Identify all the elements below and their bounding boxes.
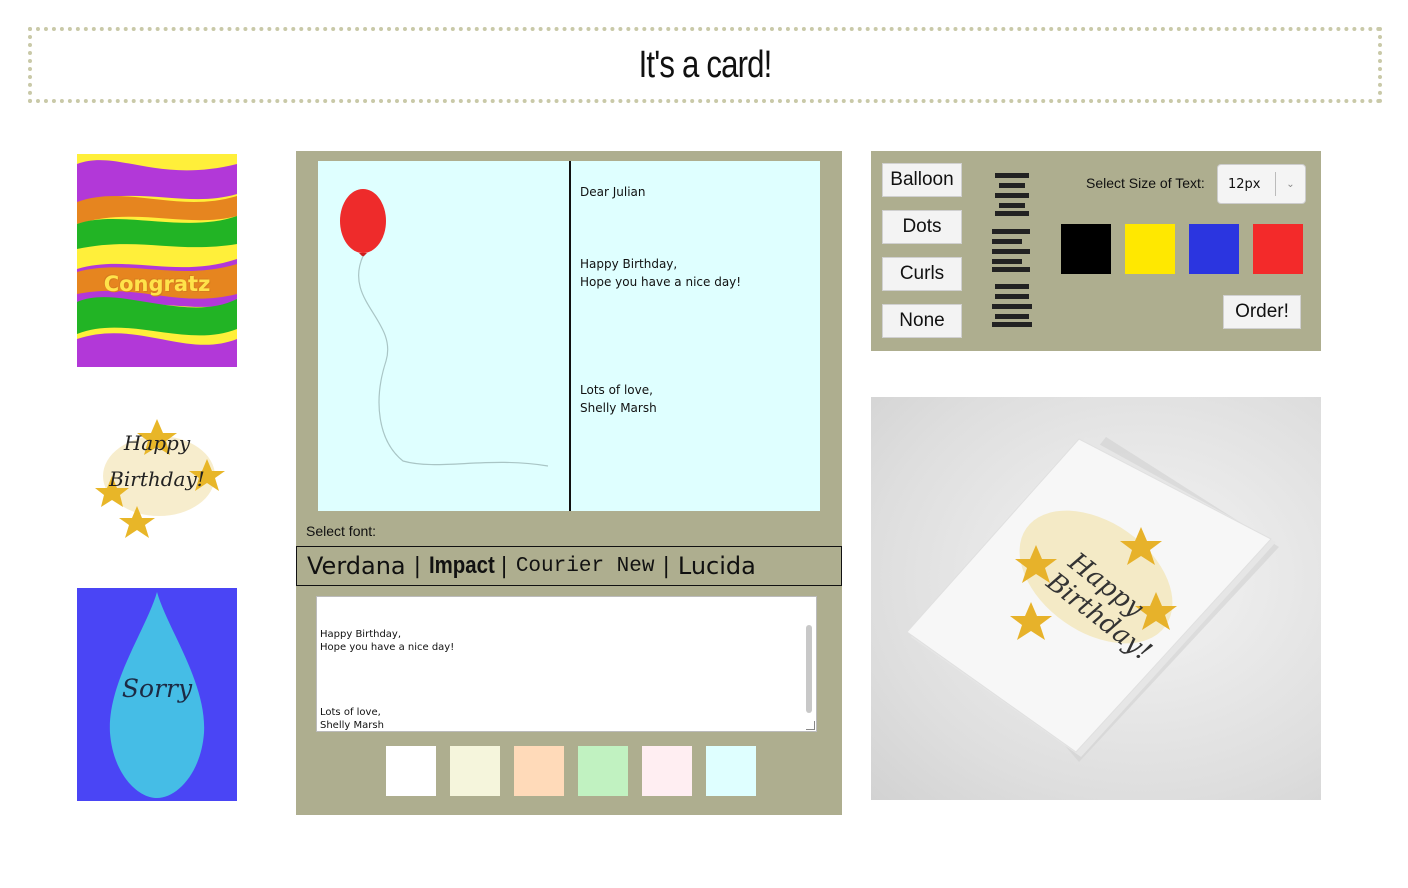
text-size-label: Select Size of Text: [1086, 175, 1205, 191]
order-button[interactable]: Order! [1223, 295, 1301, 329]
template-birthday[interactable]: Happy Birthday! [77, 371, 237, 584]
select-font-label: Select font: [306, 523, 377, 539]
bg-swatch-white[interactable] [386, 746, 436, 796]
font-separator: | [500, 553, 508, 579]
bg-swatch-beige[interactable] [450, 746, 500, 796]
template-sorry[interactable]: Sorry [77, 588, 237, 801]
birthday-line1: Happy [123, 431, 191, 455]
font-option-courier-new[interactable]: Courier New [516, 555, 655, 578]
font-option-verdana[interactable]: Verdana [307, 552, 406, 580]
bg-swatch-peach[interactable] [514, 746, 564, 796]
card-message: Happy Birthday, Hope you have a nice day… [580, 257, 742, 289]
scrollbar-thumb[interactable] [806, 625, 812, 713]
text-color-yellow[interactable] [1125, 224, 1175, 274]
card-editor-panel: Dear Julian Happy Birthday, Hope you hav… [296, 151, 842, 815]
align-justify-icon[interactable] [992, 284, 1032, 328]
message-textarea-value: Happy Birthday, Hope you have a nice day… [320, 629, 455, 731]
card-mockup-image: Happy Birthday! [871, 397, 1321, 800]
font-separator: | [413, 553, 422, 579]
card-fold-line [569, 161, 571, 511]
balloon-button[interactable]: Balloon [882, 163, 962, 197]
bg-swatch-cyan[interactable] [706, 746, 756, 796]
bg-swatch-green[interactable] [578, 746, 628, 796]
none-button[interactable]: None [882, 304, 962, 338]
text-size-value: 12px [1228, 176, 1261, 192]
congratz-waves-graphic [77, 154, 237, 367]
font-picker: Verdana | Impact | Courier New | Lucida [296, 546, 842, 586]
chevron-down-icon: ⌄ [1286, 178, 1295, 190]
balloon-decoration [340, 189, 549, 467]
card-signoff: Lots of love, Shelly Marsh [580, 383, 657, 415]
resize-grip-icon[interactable] [806, 721, 815, 730]
message-textarea[interactable]: Happy Birthday, Hope you have a nice day… [316, 596, 817, 732]
text-color-blue[interactable] [1189, 224, 1239, 274]
align-right-icon[interactable] [992, 229, 1032, 273]
text-size-select[interactable]: 12px ⌄ [1217, 164, 1306, 204]
font-option-lucida[interactable]: Lucida [678, 552, 756, 580]
card-preview: Dear Julian Happy Birthday, Hope you hav… [318, 161, 820, 511]
text-color-red[interactable] [1253, 224, 1303, 274]
text-color-black[interactable] [1061, 224, 1111, 274]
textarea-scrollbar[interactable] [805, 601, 813, 725]
curls-button[interactable]: Curls [882, 257, 962, 291]
dots-button[interactable]: Dots [882, 210, 962, 244]
design-controls-panel: Balloon Dots Curls None Select Size of T… [871, 151, 1321, 351]
bg-swatch-pink[interactable] [642, 746, 692, 796]
birthday-line2: Birthday! [109, 467, 205, 491]
congratz-text: Congratz [103, 272, 211, 296]
sorry-text: Sorry [121, 674, 193, 703]
card-greeting: Dear Julian [580, 185, 646, 199]
font-option-impact[interactable]: Impact [429, 552, 495, 580]
align-center-icon[interactable] [992, 173, 1032, 217]
page-title: It's a card! [638, 43, 773, 86]
page-header: It's a card! [28, 27, 1382, 103]
template-congratz[interactable]: Congratz [77, 154, 237, 367]
background-swatches [386, 746, 756, 796]
font-separator: | [662, 553, 670, 579]
